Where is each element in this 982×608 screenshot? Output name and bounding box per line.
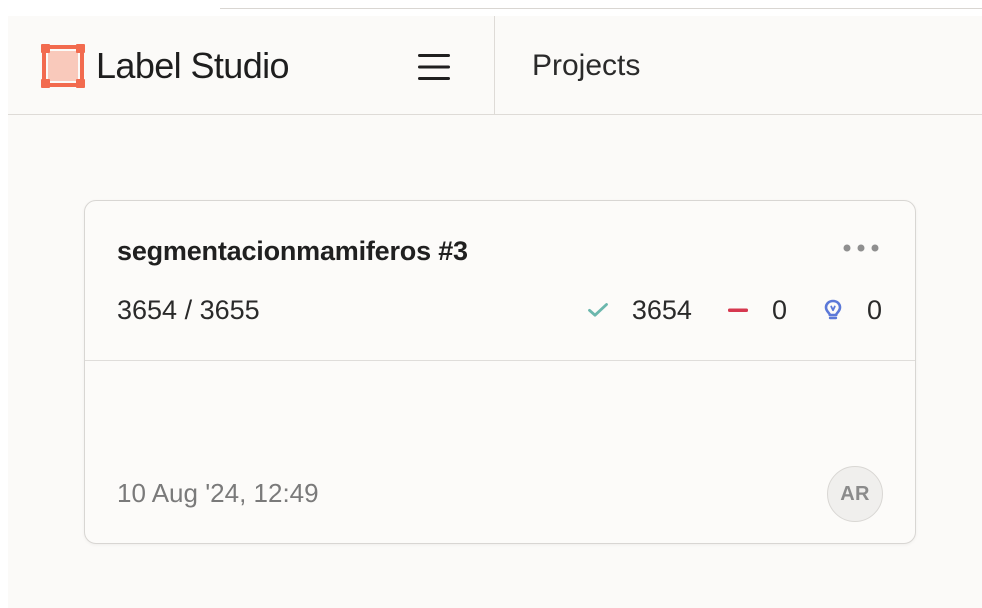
- app-header: Label Studio Projects: [8, 16, 982, 115]
- header-divider: [494, 16, 495, 114]
- user-avatar[interactable]: AR: [827, 466, 883, 522]
- brand-name: Label Studio: [96, 45, 290, 86]
- minus-icon: [727, 308, 748, 312]
- project-more-options-button[interactable]: [839, 238, 883, 258]
- predictions-count: 0: [866, 295, 882, 325]
- label-studio-logo-icon: [41, 44, 85, 88]
- project-stats: 3654 0 0: [586, 293, 882, 327]
- predictions-stat: 0: [821, 293, 882, 327]
- breadcrumb-projects[interactable]: Projects: [532, 46, 640, 86]
- more-options-icon: [843, 244, 879, 252]
- hamburger-menu-icon: [418, 54, 450, 80]
- top-border-line: [220, 8, 982, 9]
- lightbulb-icon: [824, 299, 842, 320]
- app-window: Label Studio Projects segmentacionmamife…: [8, 16, 982, 608]
- brand-logo[interactable]: Label Studio: [40, 43, 290, 89]
- skipped-stat: 0: [726, 293, 787, 327]
- project-title[interactable]: segmentacionmamiferos #3: [117, 234, 468, 268]
- skipped-count: 0: [771, 295, 787, 325]
- completed-count: 3654: [631, 295, 692, 325]
- main-menu-button[interactable]: [412, 49, 456, 85]
- completed-stat: 3654: [586, 293, 692, 327]
- check-icon: [587, 303, 608, 317]
- project-card[interactable]: segmentacionmamiferos #3 3654 / 3655 365…: [84, 200, 916, 544]
- task-progress: 3654 / 3655: [117, 295, 260, 325]
- project-date: 10 Aug '24, 12:49: [117, 478, 319, 508]
- card-divider: [85, 360, 915, 361]
